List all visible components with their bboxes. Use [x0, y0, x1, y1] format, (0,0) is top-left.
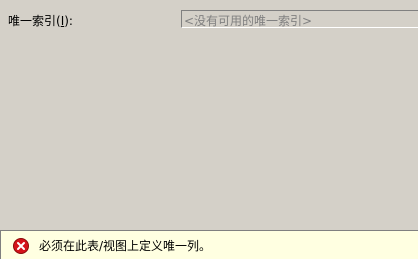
unique-index-combobox[interactable]: <没有可用的唯一索引> — [181, 10, 418, 28]
unique-index-label: 唯一索引(I): — [8, 12, 73, 29]
unique-index-label-prefix: 唯一索引( — [8, 14, 61, 28]
unique-index-label-suffix: ): — [64, 14, 73, 28]
unique-index-combobox-value: <没有可用的唯一索引> — [184, 14, 313, 28]
unique-index-row: 唯一索引(I): <没有可用的唯一索引> — [0, 0, 418, 40]
error-message: 必须在此表/视图上定义唯一列。 — [39, 239, 212, 253]
error-status-panel: 必须在此表/视图上定义唯一列。 — [0, 230, 418, 259]
error-icon — [13, 238, 29, 254]
